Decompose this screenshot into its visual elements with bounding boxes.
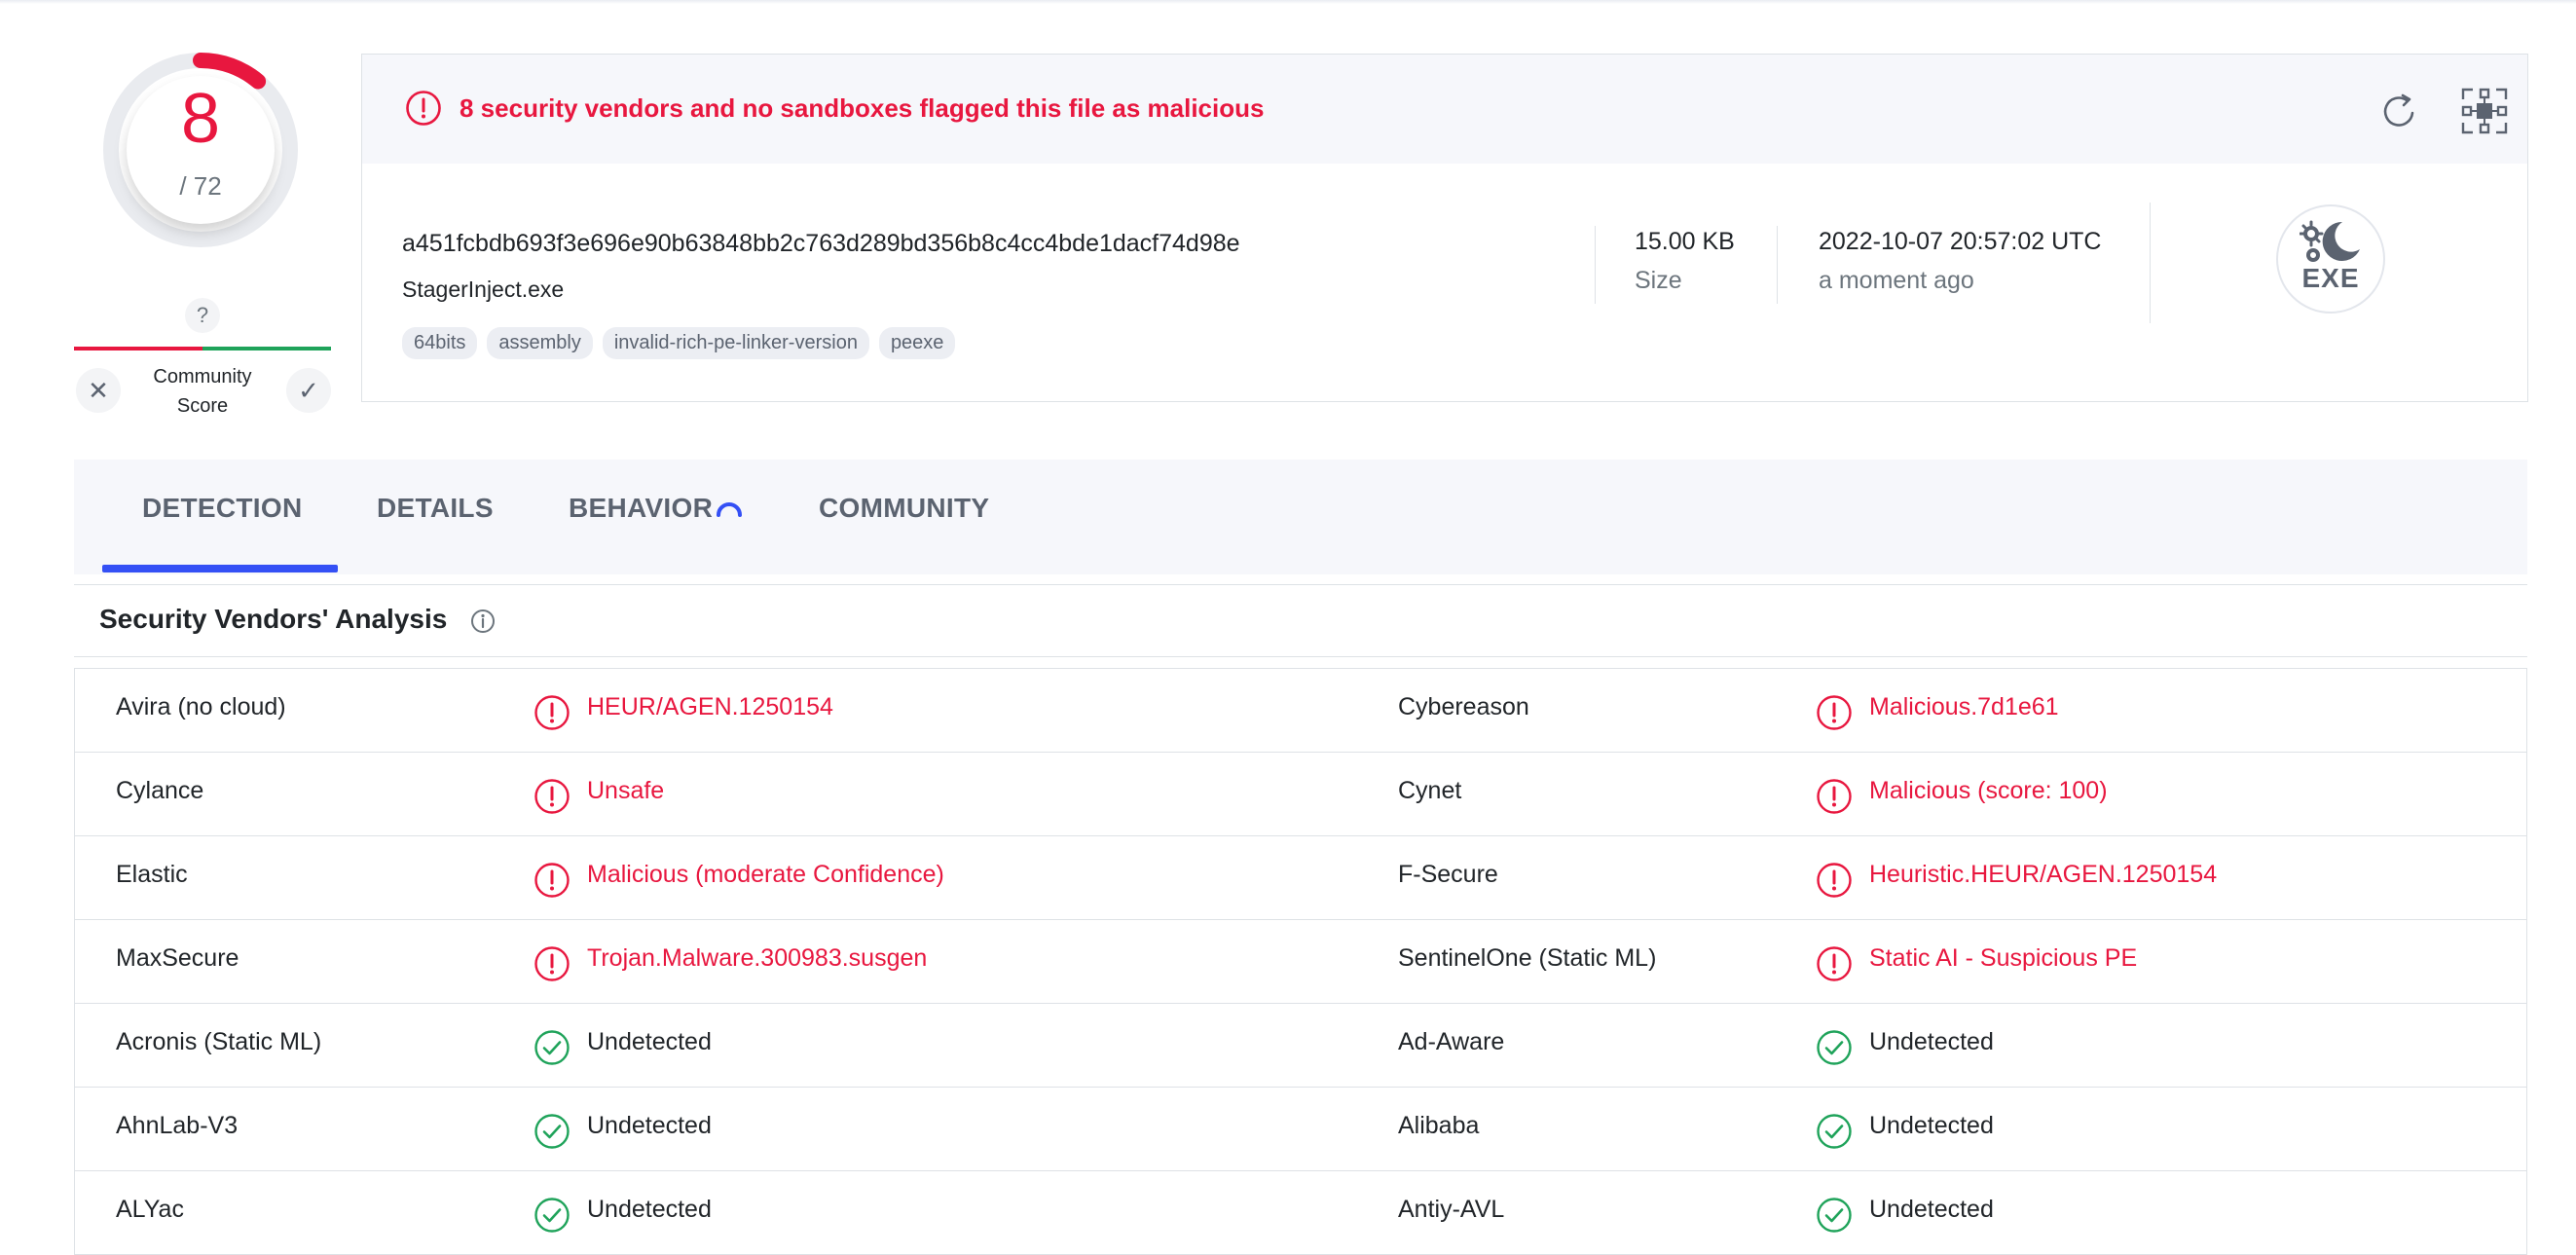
tab-details[interactable]: DETAILS — [377, 493, 494, 524]
vendor-result: Static AI - Suspicious PE — [1869, 944, 2138, 972]
table-row: Acronis (Static ML) Undetected Ad-Aware Und… — [75, 1004, 2526, 1088]
file-summary-card: 8 security vendors and no sandboxes flag… — [361, 54, 2528, 402]
file-size-label: Size — [1635, 267, 1682, 294]
vendor-name: MaxSecure — [116, 944, 239, 972]
info-icon[interactable] — [469, 608, 497, 635]
table-row: AhnLab-V3 Undetected Alibaba Undetected — [75, 1088, 2526, 1171]
reanalyze-icon[interactable] — [2377, 90, 2420, 132]
detection-alert-banner: 8 security vendors and no sandboxes flag… — [362, 55, 2527, 164]
vendor-result: Undetected — [587, 1112, 712, 1139]
check-circle-icon — [1817, 1198, 1852, 1233]
community-bar-negative — [74, 347, 202, 351]
vote-harmless-button[interactable]: ✓ — [286, 368, 331, 413]
detection-score-gauge: 8 / 72 — [101, 51, 300, 249]
active-tab-indicator — [102, 565, 338, 572]
vendors-table: Avira (no cloud) HEUR/AGEN.1250154 Cyberea… — [74, 668, 2527, 1255]
file-hash[interactable]: a451fcbdb693f3e696e90b63848bb2c763d289bd… — [402, 230, 1240, 258]
top-shadow — [0, 0, 2576, 4]
vendor-name: Elastic — [116, 861, 188, 888]
alert-icon — [534, 946, 570, 981]
community-bar-positive — [202, 347, 331, 351]
file-name: StagerInject.exe — [402, 277, 565, 302]
file-type-badge: EXE — [2276, 204, 2385, 314]
similar-files-icon[interactable] — [2459, 86, 2510, 136]
loading-spinner-icon — [717, 502, 742, 517]
vendor-name: Cylance — [116, 777, 204, 804]
vendor-name: Alibaba — [1398, 1112, 1480, 1139]
check-circle-icon — [1817, 1114, 1852, 1149]
divider — [1595, 226, 1596, 304]
file-tag[interactable]: peexe — [878, 327, 956, 359]
vendor-name: F-Secure — [1398, 861, 1498, 888]
community-score-value: ? — [185, 298, 220, 333]
alert-icon — [1817, 863, 1852, 898]
divider — [2150, 203, 2151, 323]
check-circle-icon — [534, 1114, 570, 1149]
community-score-label-text: Community Score — [153, 366, 252, 417]
alert-icon — [1817, 946, 1852, 981]
last-analysis-date: 2022-10-07 20:57:02 UTC — [1819, 228, 2102, 255]
vendor-result: Heuristic.HEUR/AGEN.1250154 — [1869, 861, 2218, 888]
vendor-result: Undetected — [587, 1028, 712, 1055]
vendor-result: Undetected — [1869, 1112, 1994, 1139]
divider — [1777, 226, 1778, 304]
check-circle-icon — [1817, 1030, 1852, 1065]
vendor-name: SentinelOne (Static ML) — [1398, 944, 1657, 972]
vendor-result: HEUR/AGEN.1250154 — [587, 693, 833, 720]
vendor-result: Undetected — [1869, 1196, 1994, 1223]
tab-detection[interactable]: DETECTION — [142, 493, 302, 524]
vendor-name: Antiy-AVL — [1398, 1196, 1505, 1223]
vendor-name: Cybereason — [1398, 693, 1529, 720]
vendor-result: Malicious (score: 100) — [1869, 777, 2108, 804]
gears-moon-icon — [2300, 220, 2360, 262]
check-circle-icon — [534, 1198, 570, 1233]
tab-community[interactable]: COMMUNITY — [819, 493, 989, 524]
vendor-result: Undetected — [1869, 1028, 1994, 1055]
vendor-result: Unsafe — [587, 777, 665, 804]
vendor-name: ALYac — [116, 1196, 184, 1223]
vendor-result: Trojan.Malware.300983.susgen — [587, 944, 928, 972]
file-tag[interactable]: invalid-rich-pe-linker-version — [602, 327, 869, 359]
table-row: Cylance Unsafe Cynet Malicious (score: 100) — [75, 753, 2526, 836]
vendor-name: AhnLab-V3 — [116, 1112, 239, 1139]
vote-malicious-button[interactable]: ✕ — [76, 368, 121, 413]
alert-icon — [534, 863, 570, 898]
divider — [74, 584, 2527, 585]
vendor-name: Avira (no cloud) — [116, 693, 286, 720]
detection-count: 8 — [180, 80, 221, 158]
table-row: ALYac Undetected Antiy-AVL Undetected — [75, 1171, 2526, 1255]
vendor-result: Malicious.7d1e61 — [1869, 693, 2059, 720]
vendor-name: Ad-Aware — [1398, 1028, 1505, 1055]
community-score-label: Community Score — [132, 362, 273, 421]
vendor-result: Malicious (moderate Confidence) — [587, 861, 944, 888]
alert-icon — [534, 779, 570, 814]
vendor-result: Undetected — [587, 1196, 712, 1223]
engine-total: / 72 — [179, 171, 222, 201]
alert-icon — [406, 91, 441, 126]
file-size-value: 15.00 KB — [1635, 228, 1735, 255]
file-tag[interactable]: assembly — [487, 327, 593, 359]
alert-message: 8 security vendors and no sandboxes flag… — [460, 93, 1265, 123]
table-row: Avira (no cloud) HEUR/AGEN.1250154 Cyberea… — [75, 669, 2526, 753]
alert-icon — [1817, 695, 1852, 730]
alert-icon — [534, 695, 570, 730]
file-tags: 64bits assembly invalid-rich-pe-linker-v… — [402, 327, 956, 359]
vendor-name: Acronis (Static ML) — [116, 1028, 322, 1055]
file-type-label: EXE — [2301, 263, 2360, 293]
alert-icon — [1817, 779, 1852, 814]
check-circle-icon — [534, 1030, 570, 1065]
divider — [74, 656, 2527, 657]
table-row: MaxSecure Trojan.Malware.300983.susgen Sen… — [75, 920, 2526, 1004]
section-title: Security Vendors' Analysis — [99, 604, 448, 634]
tab-behavior[interactable]: BEHAVIOR — [569, 493, 713, 524]
table-row: Elastic Malicious (moderate Confidence) F-… — [75, 836, 2526, 920]
last-analysis-relative: a moment ago — [1819, 267, 1974, 294]
vendor-name: Cynet — [1398, 777, 1462, 804]
file-tag[interactable]: 64bits — [402, 327, 478, 359]
